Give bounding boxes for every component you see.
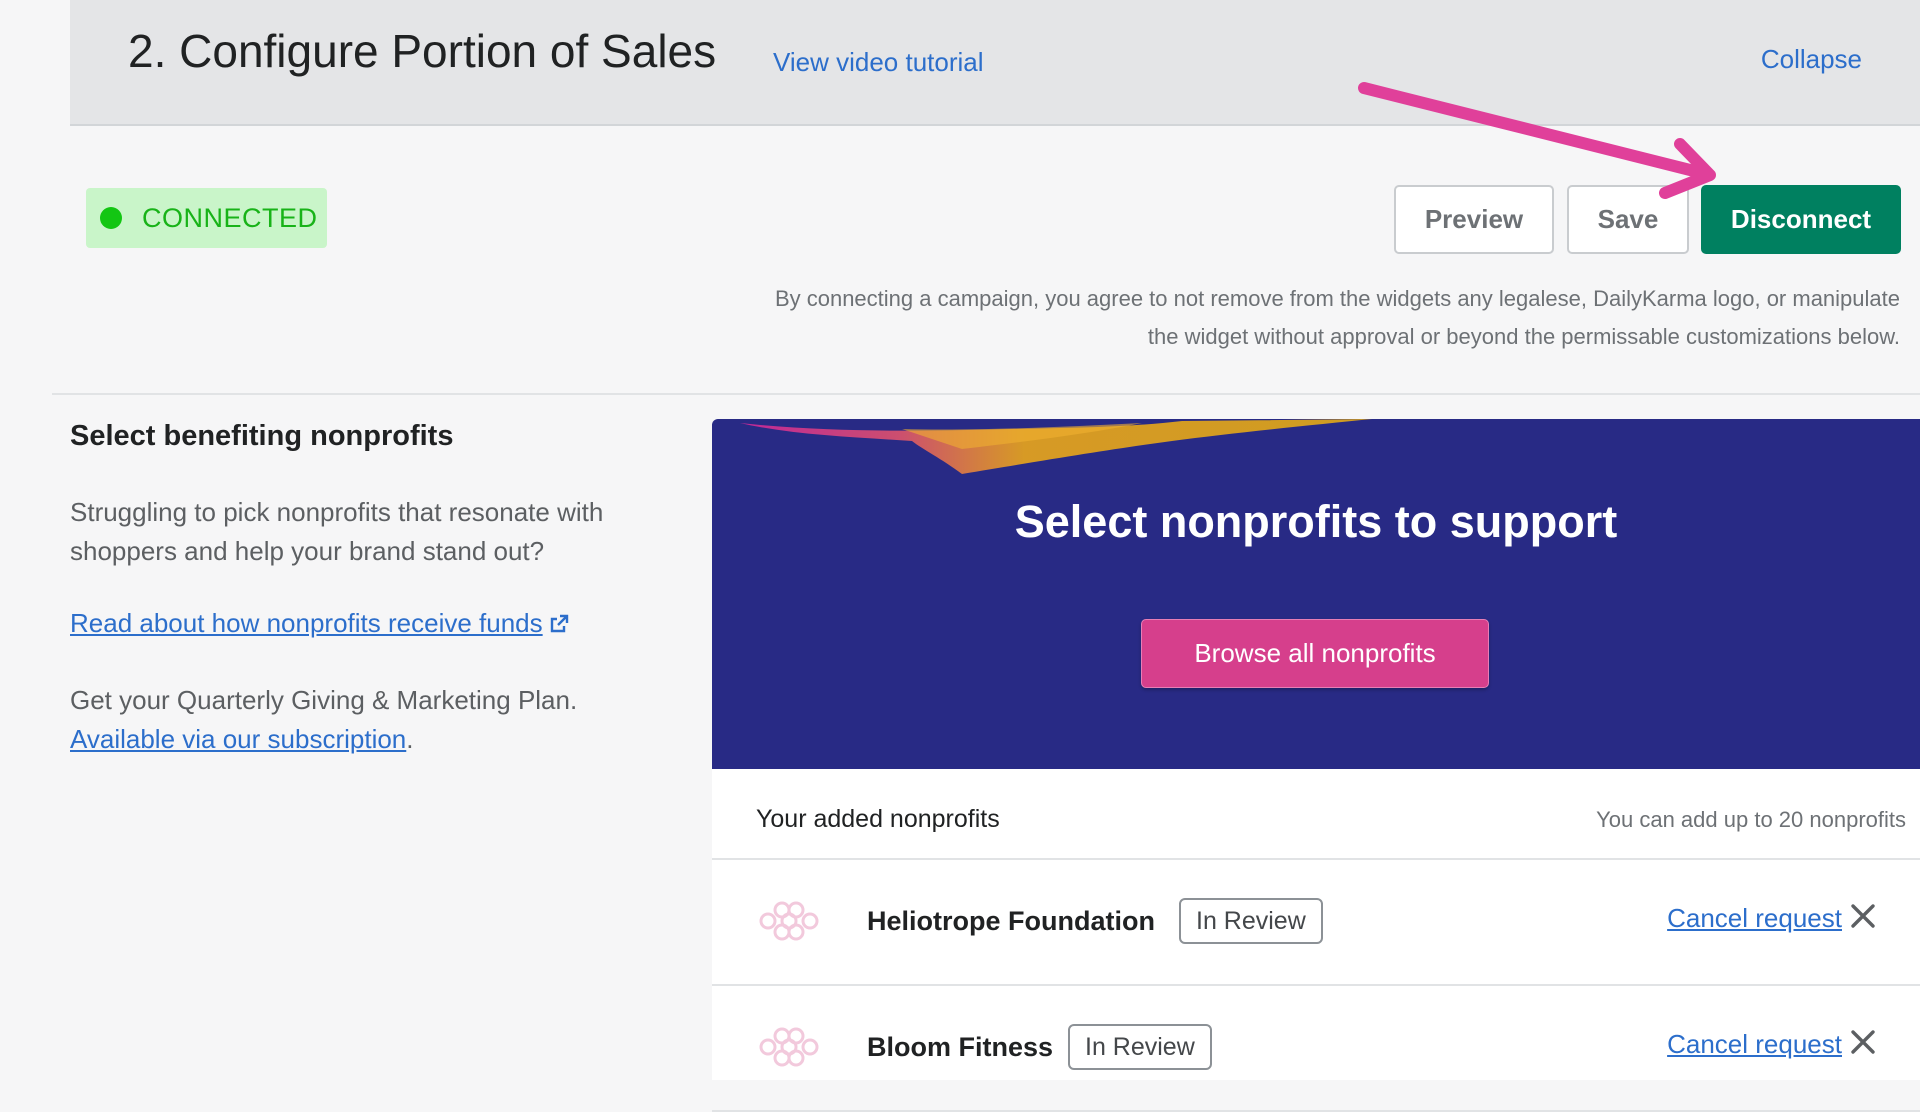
status-label: CONNECTED: [142, 202, 318, 233]
view-video-tutorial-link[interactable]: View video tutorial: [773, 47, 984, 78]
preview-button[interactable]: Preview: [1394, 185, 1554, 254]
left-gutter: [0, 0, 70, 1080]
added-nonprofits-title: Your added nonprofits: [756, 805, 1000, 833]
nonprofit-funds-link[interactable]: Read about how nonprofits receive funds: [70, 608, 569, 641]
giving-plan-text: Get your Quarterly Giving & Marketing Pl…: [70, 681, 650, 759]
nonprofit-logo-icon: [758, 1024, 820, 1075]
nonprofit-logo-icon: [758, 898, 820, 949]
section-header: 2. Configure Portion of Sales View video…: [70, 0, 1920, 126]
close-icon[interactable]: [1850, 903, 1876, 934]
browse-nonprofits-button[interactable]: Browse all nonprofits: [1141, 619, 1489, 688]
nonprofit-banner: [712, 419, 1920, 769]
list-item: Bloom Fitness In Review Cancel request: [712, 986, 1920, 1112]
benefiting-nonprofits-description: Struggling to pick nonprofits that reson…: [70, 497, 604, 566]
giving-plan-label: Get your Quarterly Giving & Marketing Pl…: [70, 684, 578, 715]
section-divider: [52, 393, 1920, 395]
close-icon[interactable]: [1850, 1029, 1876, 1060]
section-title: 2. Configure Portion of Sales: [128, 25, 717, 77]
disconnect-button[interactable]: Disconnect: [1701, 185, 1901, 254]
nonprofit-help-column: Select benefiting nonprofits Struggling …: [70, 420, 650, 759]
nonprofit-funds-link-label: Read about how nonprofits receive funds: [70, 608, 543, 638]
subscription-suffix: .: [406, 723, 414, 754]
legal-disclaimer: By connecting a campaign, you agree to n…: [774, 286, 1900, 349]
banner-title: Select nonprofits to support: [1014, 496, 1618, 547]
decorative-brush-stroke: [740, 419, 1372, 474]
save-button[interactable]: Save: [1567, 185, 1689, 254]
collapse-link[interactable]: Collapse: [1761, 44, 1862, 75]
benefiting-nonprofits-heading: Select benefiting nonprofits: [70, 420, 454, 452]
nonprofit-name: Heliotrope Foundation: [867, 906, 1155, 936]
external-link-icon: [549, 610, 569, 641]
nonprofit-limit-text: You can add up to 20 nonprofits: [1596, 807, 1906, 832]
status-dot-icon: [100, 207, 122, 229]
added-nonprofits-header: Your added nonprofits You can add up to …: [712, 769, 1920, 860]
nonprofit-name: Bloom Fitness: [867, 1032, 1054, 1062]
status-badge: CONNECTED: [86, 188, 327, 248]
added-nonprofits-panel: Your added nonprofits You can add up to …: [712, 769, 1920, 1112]
list-item: Heliotrope Foundation In Review Cancel r…: [712, 860, 1920, 986]
cancel-request-link[interactable]: Cancel request: [1667, 1029, 1842, 1060]
subscription-link[interactable]: Available via our subscription: [70, 724, 406, 754]
status-badge: In Review: [1068, 1024, 1212, 1070]
cancel-request-link[interactable]: Cancel request: [1667, 903, 1842, 934]
status-badge: In Review: [1179, 898, 1323, 944]
